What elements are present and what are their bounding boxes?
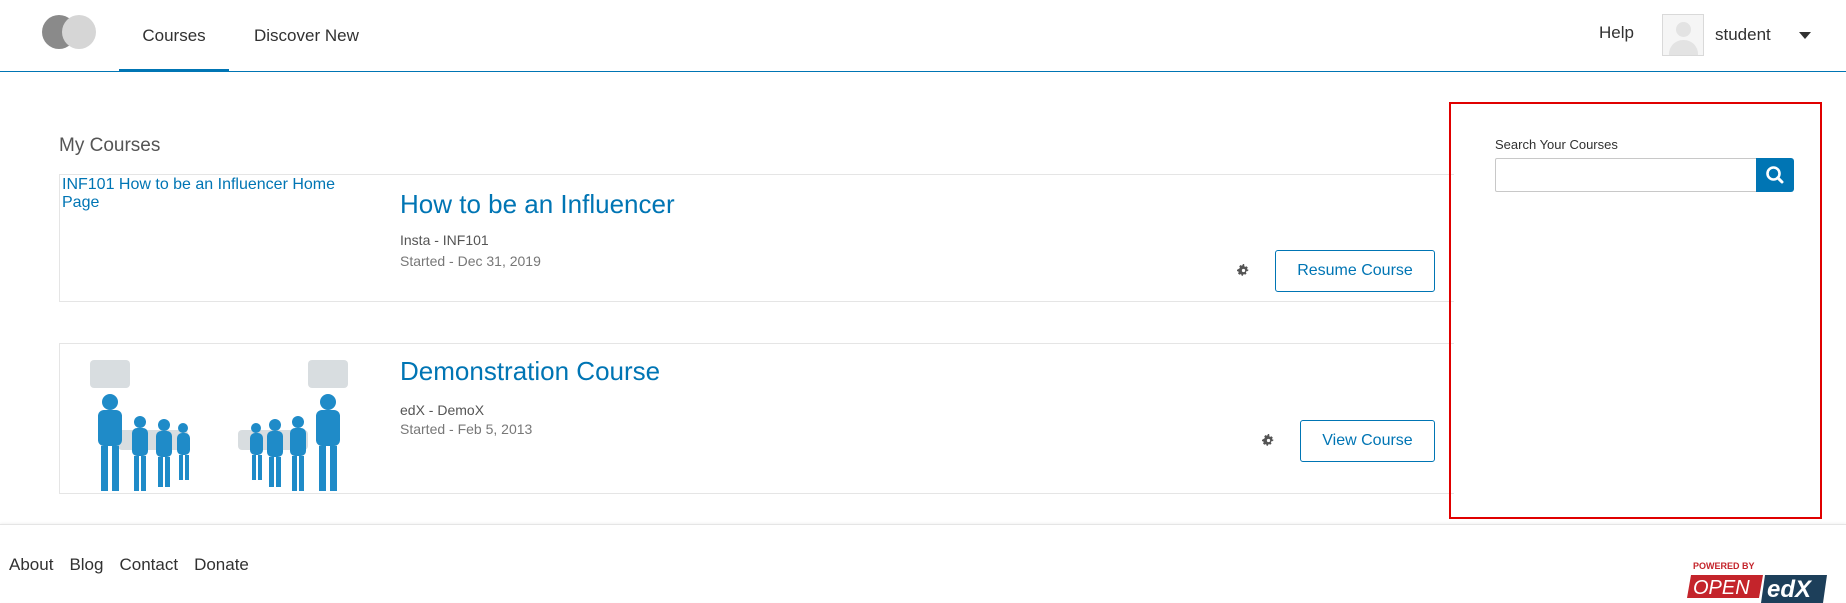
gear-icon[interactable] [1237,264,1250,277]
course-title-link[interactable]: Demonstration Course [400,356,660,387]
search-label: Search Your Courses [1495,137,1618,152]
course-card: Demonstration Course edX - DemoX Started… [59,343,1454,494]
chevron-down-icon[interactable] [1798,31,1811,39]
avatar [1662,14,1704,56]
footer-links: About Blog Contact Donate [9,555,265,575]
page-title: My Courses [59,135,161,156]
view-course-button[interactable]: View Course [1300,420,1435,462]
course-image-link[interactable]: INF101 How to be an Influencer Home Page [62,176,362,212]
powered-by-openedx-logo[interactable]: POWERED BY OPEN edX [1685,559,1835,603]
brand-open-text: OPEN [1693,577,1750,599]
username: student [1715,25,1771,44]
tab-discover-new[interactable]: Discover New [254,0,359,71]
gear-icon[interactable] [1262,434,1275,447]
search-icon [1766,166,1784,184]
help-link[interactable]: Help [1599,23,1634,43]
avatar-head-shape [1676,22,1691,37]
course-title-link[interactable]: How to be an Influencer [400,189,675,220]
user-menu[interactable]: student [1662,14,1811,56]
footer-link-contact[interactable]: Contact [119,555,178,575]
footer-link-donate[interactable]: Donate [194,555,249,575]
site-header: Courses Discover New Help student [0,0,1846,72]
brand-edx-text: edX [1767,576,1813,603]
powered-by-text: POWERED BY [1693,561,1755,571]
resume-course-button[interactable]: Resume Course [1275,250,1435,292]
search-button[interactable] [1756,158,1794,192]
footer-link-about[interactable]: About [9,555,53,575]
course-org: edX - DemoX [400,402,485,418]
tab-courses[interactable]: Courses [119,0,229,72]
avatar-body-shape [1669,40,1698,55]
course-image[interactable] [70,350,360,495]
site-logo[interactable] [42,15,96,49]
site-footer: About Blog Contact Donate POWERED BY OPE… [0,524,1846,603]
footer-link-blog[interactable]: Blog [69,555,103,575]
search-input[interactable] [1495,158,1757,192]
course-start-date: Started - Feb 5, 2013 [400,421,533,437]
course-start-date: Started - Dec 31, 2019 [400,253,541,269]
course-card: INF101 How to be an Influencer Home Page… [59,174,1454,302]
logo-circle-light [62,15,96,49]
course-org: Insta - INF101 [400,232,489,248]
